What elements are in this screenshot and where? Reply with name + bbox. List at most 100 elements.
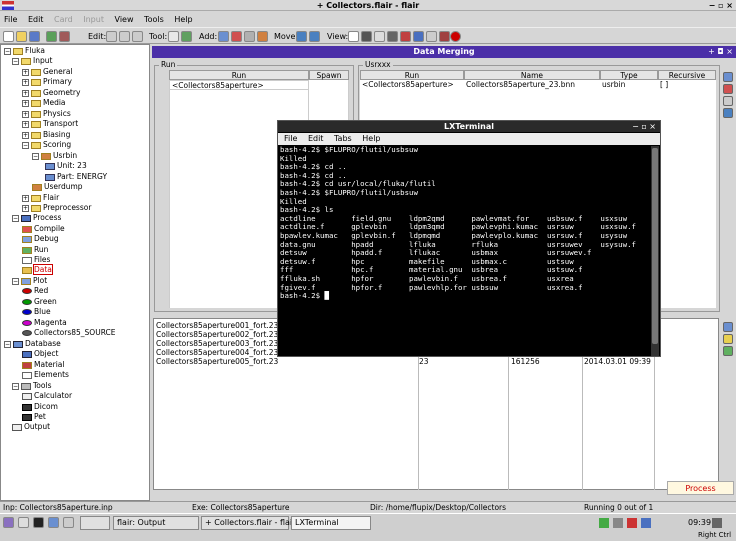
tree-collectors-source[interactable]: Collectors85_SOURCE [22, 328, 116, 338]
search-icon[interactable] [168, 31, 179, 42]
move-up-icon[interactable] [296, 31, 307, 42]
run-column-header[interactable]: Run [169, 70, 309, 80]
tree-plot[interactable]: − Plot [12, 276, 47, 286]
tree-compile[interactable]: Compile [22, 224, 65, 234]
open-icon[interactable] [16, 31, 27, 42]
usrxxx-type-cell[interactable]: usrbin [600, 80, 658, 90]
tree-tools[interactable]: − Tools [12, 381, 51, 391]
tree-geometry[interactable]: + Geometry [22, 88, 80, 98]
file-manager-icon[interactable] [18, 517, 29, 528]
tree-run[interactable]: Run [22, 245, 48, 255]
terminal-menu-file[interactable]: File [284, 134, 297, 143]
desktop-icon[interactable] [63, 517, 74, 528]
refresh-icon[interactable] [181, 31, 192, 42]
tree-flair[interactable]: + Flair [22, 193, 59, 203]
tree-preprocessor[interactable]: + Preprocessor [22, 203, 91, 213]
usrxxx-name-cell[interactable]: Collectors85aperture_23.bnn [464, 80, 600, 90]
tree-dicom[interactable]: Dicom [22, 402, 58, 412]
tree-pet[interactable]: Pet [22, 412, 46, 422]
tree-primary[interactable]: + Primary [22, 77, 72, 87]
list-item[interactable]: Collectors85aperture003_fort.23 [156, 339, 278, 348]
tree-object[interactable]: Object [22, 349, 58, 359]
menu-input[interactable]: Input [83, 15, 104, 24]
tree-database[interactable]: − Database [4, 339, 61, 349]
recursive-column-header[interactable]: Recursive [658, 70, 716, 80]
view-icon[interactable] [374, 31, 385, 42]
volume-icon[interactable] [627, 518, 637, 528]
tree-general[interactable]: + General [22, 67, 73, 77]
terminal-menu-help[interactable]: Help [362, 134, 380, 143]
terminal-output[interactable]: bash-4.2$ $FLUPRO/flutil/usbsuw Killed bas… [280, 145, 648, 356]
window-controls[interactable]: − ▫ × [709, 0, 733, 11]
list-item[interactable]: Collectors85aperture002_fort.23 [156, 330, 278, 339]
view-icon[interactable] [400, 31, 411, 42]
type-column-header[interactable]: Type [600, 70, 658, 80]
add-icon[interactable] [723, 72, 733, 82]
stop-icon[interactable] [450, 31, 461, 42]
battery-icon[interactable] [641, 518, 651, 528]
terminal-window-controls[interactable]: − ▫ × [632, 121, 656, 132]
taskbar-blank[interactable] [80, 516, 110, 530]
clone-icon[interactable] [723, 96, 733, 106]
view-icon[interactable] [387, 31, 398, 42]
panel-controls[interactable]: + ◘ × [708, 46, 733, 58]
clock[interactable]: 09:39 [688, 518, 711, 527]
redo-icon[interactable] [59, 31, 70, 42]
list-item[interactable]: Collectors85aperture005_fort.23 [156, 357, 278, 366]
view-icon[interactable] [361, 31, 372, 42]
view-icon[interactable] [426, 31, 437, 42]
table-row[interactable]: <Collectors85aperture> [169, 80, 309, 90]
tree-biasing[interactable]: + Biasing [22, 130, 70, 140]
usrxxx-run-column-header[interactable]: Run [360, 70, 464, 80]
usrxxx-recursive-checkbox[interactable]: [ ] [658, 80, 716, 90]
new-icon[interactable] [3, 31, 14, 42]
start-menu-icon[interactable] [3, 517, 14, 528]
add-card-icon[interactable] [218, 31, 229, 42]
tree-magenta[interactable]: Magenta [22, 318, 67, 328]
material-icon[interactable] [257, 31, 268, 42]
delete-icon[interactable] [723, 84, 733, 94]
list-item[interactable]: Collectors85aperture001_fort.23 [156, 321, 278, 330]
menu-card[interactable]: Card [54, 15, 73, 24]
tree-elements[interactable]: Elements [22, 370, 69, 380]
taskbar-flair-output[interactable]: flair: Output [113, 516, 199, 530]
terminal-scrollbar[interactable] [651, 146, 659, 356]
cut-icon[interactable] [106, 31, 117, 42]
view-icon[interactable] [413, 31, 424, 42]
tree-calculator[interactable]: Calculator [22, 391, 72, 401]
process-button[interactable]: Process [667, 481, 734, 495]
browser-icon[interactable] [48, 517, 59, 528]
tree-fluka[interactable]: − Fluka [4, 46, 45, 56]
tree-part[interactable]: Part: ENERGY [45, 172, 107, 182]
menu-view[interactable]: View [115, 15, 134, 24]
filter-icon[interactable] [723, 334, 733, 344]
tree-data[interactable]: Data [22, 264, 53, 275]
update-icon[interactable] [599, 518, 609, 528]
tree-userdump[interactable]: Userdump [32, 182, 83, 192]
add-file-icon[interactable] [723, 322, 733, 332]
tree-physics[interactable]: + Physics [22, 109, 71, 119]
tree-scoring[interactable]: − Scoring [22, 140, 71, 150]
delete-icon[interactable] [231, 31, 242, 42]
tree-output[interactable]: Output [12, 422, 50, 432]
scan-icon[interactable] [723, 346, 733, 356]
paste-icon[interactable] [132, 31, 143, 42]
clone-icon[interactable] [244, 31, 255, 42]
shutdown-icon[interactable] [712, 518, 722, 528]
tree-usrbin[interactable]: − Usrbin [32, 151, 77, 161]
tree-media[interactable]: + Media [22, 98, 66, 108]
refresh-icon[interactable] [723, 108, 733, 118]
view-icon[interactable] [348, 31, 359, 42]
tree-process[interactable]: − Process [12, 213, 61, 223]
terminal-menu-edit[interactable]: Edit [308, 134, 324, 143]
save-icon[interactable] [29, 31, 40, 42]
tree-input[interactable]: − Input [12, 56, 52, 66]
menu-edit[interactable]: Edit [28, 15, 44, 24]
undo-icon[interactable] [46, 31, 57, 42]
tree-transport[interactable]: + Transport [22, 119, 78, 129]
terminal-menu-tabs[interactable]: Tabs [334, 134, 352, 143]
tree-files[interactable]: Files [22, 255, 50, 265]
view-icon[interactable] [439, 31, 450, 42]
tree-debug[interactable]: Debug [22, 234, 59, 244]
copy-icon[interactable] [119, 31, 130, 42]
